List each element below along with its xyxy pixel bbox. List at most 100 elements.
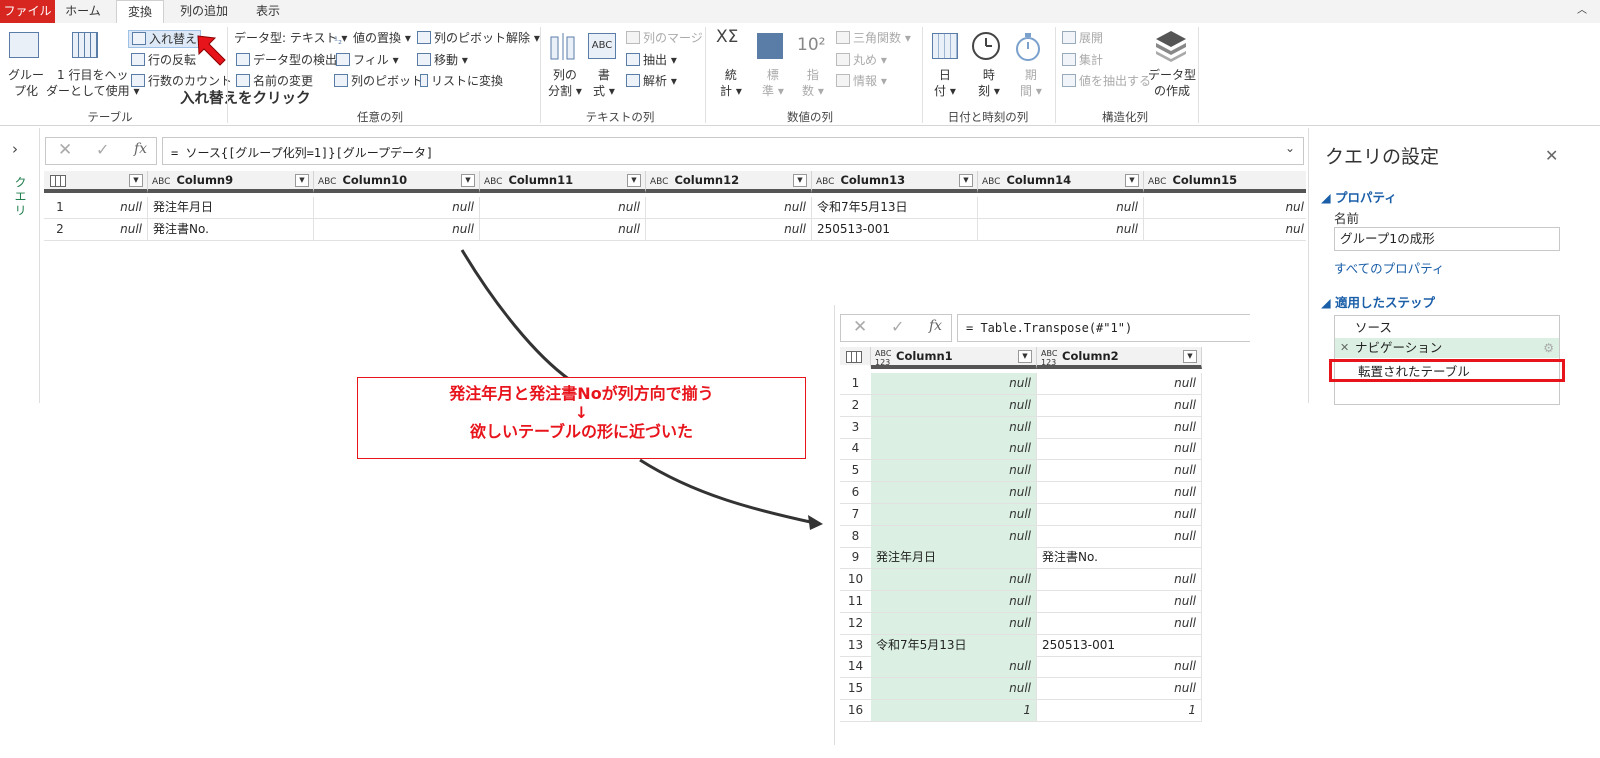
table-cell[interactable]: null [871,460,1037,483]
column-menu-icon[interactable]: ▼ [129,174,143,187]
text-type-icon[interactable]: ABC [1148,177,1166,187]
table-cell[interactable]: null [76,219,148,241]
row-number[interactable]: 14 [840,656,871,679]
extract-button[interactable]: 抽出 ▾ [626,52,677,68]
inset-column-header[interactable]: ABC 123 Column2 ▼ [1037,347,1202,369]
table-cell[interactable]: 250513-001 [1037,634,1202,657]
text-type-icon[interactable]: ABC [650,177,668,187]
query-name-input[interactable]: グループ1の成形 [1334,227,1560,251]
table-cell[interactable]: null [871,438,1037,461]
use-first-row-button[interactable]: 1 行目をヘッ ダーとして使用 ▾ [46,67,139,99]
row-number[interactable]: 8 [840,526,871,548]
parse-button[interactable]: 解析 ▾ [626,73,677,89]
table-cell[interactable]: null [646,219,812,241]
table-cell[interactable]: 1 [871,700,1037,722]
column-header[interactable]: ABC Column15 [1144,171,1306,193]
time-button[interactable]: 時 刻 ▾ [978,67,1000,99]
table-cell[interactable]: null [871,656,1037,679]
replace-values-button[interactable]: ¹₂ 値の置換 ▾ [334,30,411,47]
table-cell[interactable]: null [871,612,1037,635]
column-header[interactable]: ABC Column9 ▼ [148,171,314,193]
pivot-column-button[interactable]: 列のピボット [334,73,423,89]
tab-transform[interactable]: 変換 [116,0,164,24]
create-data-type-button[interactable]: データ型 の作成 [1148,67,1196,99]
information-button[interactable]: 情報 ▾ [836,73,887,89]
table-cell[interactable]: null [1037,678,1202,701]
table-cell[interactable]: null [871,678,1037,701]
table-cell[interactable]: null [871,591,1037,613]
delete-step-icon[interactable]: ✕ [1340,338,1349,358]
step-navigation[interactable]: ✕ ナビゲーション ⚙ [1335,338,1559,358]
table-cell[interactable]: null [314,219,480,241]
text-type-icon[interactable]: ABC [318,177,336,187]
row-number[interactable]: 1 [44,197,76,219]
move-button[interactable]: 移動 ▾ [417,52,468,68]
table-cell[interactable]: 令和7年5月13日 [871,634,1037,657]
commit-formula-icon[interactable]: ✓ [96,140,109,159]
table-cell[interactable]: 令和7年5月13日 [812,197,978,219]
extract-values-button[interactable]: 値を抽出する [1062,73,1151,89]
inset-formula-input[interactable]: = Table.Transpose(#"1") [957,314,1250,342]
table-cell[interactable]: null [480,219,646,241]
unpivot-button[interactable]: 列のピボット解除 ▾ [417,30,540,46]
table-cell[interactable]: null [480,197,646,219]
column-menu-icon[interactable]: ▼ [959,174,973,187]
merge-columns-button[interactable]: 列のマージ [626,30,703,46]
row-number[interactable]: 9 [840,547,871,570]
duration-button[interactable]: 期 間 ▾ [1020,67,1042,99]
table-cell[interactable]: null [1037,416,1202,439]
table-menu-icon[interactable] [50,175,66,187]
table-cell[interactable]: null [1037,569,1202,592]
table-cell[interactable]: null [1037,656,1202,679]
table-cell[interactable]: 発注書No. [148,219,314,241]
table-cell[interactable]: null [871,525,1037,548]
table-cell[interactable]: null [871,373,1037,395]
row-number[interactable]: 16 [840,700,871,722]
cancel-formula-icon[interactable]: ✕ [58,140,72,160]
group-by-button[interactable]: グルー プ化 [8,67,44,99]
reverse-rows-button[interactable]: 行の反転 [131,52,196,68]
inset-type-icon[interactable]: ABC 123 [1041,347,1061,365]
split-column-button[interactable]: 列の 分割 ▾ [548,67,582,99]
table-cell[interactable]: nul [1144,197,1306,219]
standard-button[interactable]: 標 準 ▾ [762,67,784,99]
detect-type-button[interactable]: データ型の検出 [236,52,337,68]
table-cell[interactable]: null [871,394,1037,417]
expand-formula-icon[interactable]: ⌄ [1285,141,1295,155]
table-cell[interactable]: null [978,197,1144,219]
column-header[interactable]: ABC Column12 ▼ [646,171,812,193]
column-menu-icon[interactable]: ▼ [793,174,807,187]
column-header[interactable]: ABC Column11 ▼ [480,171,646,193]
row-number[interactable]: 4 [840,438,871,461]
table-cell[interactable]: null [871,569,1037,592]
tab-home[interactable]: ホーム [58,0,108,23]
text-type-icon[interactable]: ABC [816,177,834,187]
collapse-ribbon-icon[interactable]: ︿ [1572,0,1592,23]
fill-button[interactable]: フィル ▾ [336,52,399,68]
row-number[interactable]: 2 [44,219,76,241]
column-header[interactable]: ABC Column14 ▼ [978,171,1144,193]
convert-to-list-button[interactable]: リストに変換 [420,73,503,89]
inset-table-menu-header[interactable] [840,347,871,369]
inset-table-menu-icon[interactable] [846,351,862,363]
table-cell[interactable]: 250513-001 [812,219,978,241]
expand-button[interactable]: 展開 [1062,30,1103,46]
table-cell[interactable]: null [646,197,812,219]
table-cell[interactable]: 発注年月日 [148,197,314,219]
text-type-icon[interactable]: ABC [152,177,170,187]
row-number[interactable]: 2 [840,395,871,417]
tab-add-column[interactable]: 列の追加 [170,0,238,23]
expand-queries-icon[interactable]: › [12,140,18,158]
format-button[interactable]: 書 式 ▾ [593,67,615,99]
aggregate-button[interactable]: 集計 [1062,52,1103,68]
table-cell[interactable]: null [871,503,1037,526]
all-properties-link[interactable]: すべてのプロパティ [1334,258,1444,277]
trigonometry-button[interactable]: 三角関数 ▾ [836,30,911,46]
inset-column-menu-icon[interactable]: ▼ [1183,350,1197,363]
text-type-icon[interactable]: ABC [982,177,1000,187]
rename-button[interactable]: 名前の変更 [236,73,313,89]
inset-column-menu-icon[interactable]: ▼ [1018,350,1032,363]
table-cell[interactable]: null [1037,394,1202,417]
inset-cancel-formula-icon[interactable]: ✕ [853,317,867,337]
row-number[interactable]: 13 [840,635,871,657]
